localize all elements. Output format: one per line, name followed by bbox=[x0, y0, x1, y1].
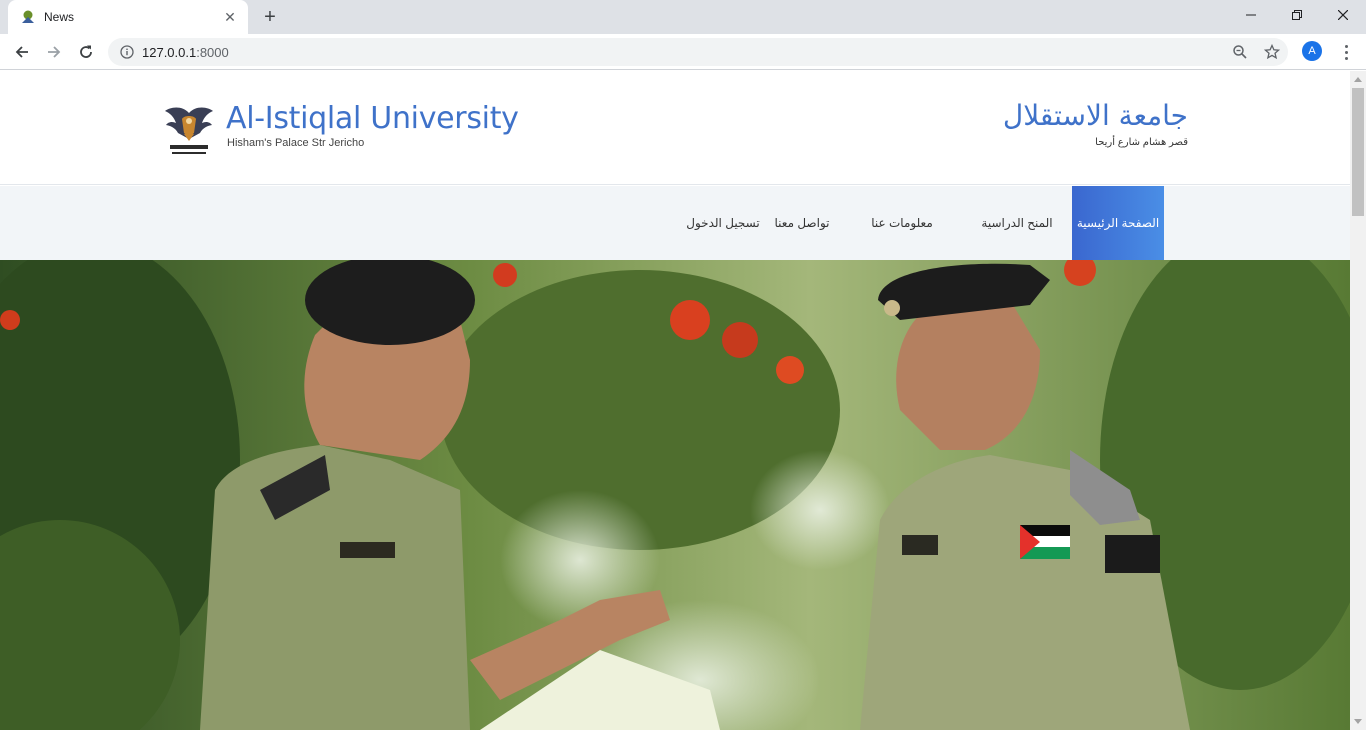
tab-close-icon[interactable]: ✕ bbox=[222, 9, 238, 25]
new-tab-icon[interactable]: + bbox=[258, 5, 282, 29]
browser-toolbar: 127.0.0.1:8000 A bbox=[0, 34, 1366, 70]
url-text: 127.0.0.1:8000 bbox=[142, 44, 229, 60]
window-controls bbox=[1228, 0, 1366, 30]
site-title-en: Al-Istiqlal University bbox=[226, 101, 519, 136]
bookmark-star-icon[interactable] bbox=[1262, 42, 1282, 62]
reload-icon[interactable] bbox=[72, 38, 100, 66]
nav-home[interactable]: الصفحة الرئيسية bbox=[1072, 186, 1164, 260]
minimize-icon[interactable] bbox=[1228, 0, 1274, 30]
browser-menu-icon[interactable] bbox=[1334, 40, 1358, 64]
profile-avatar[interactable]: A bbox=[1302, 41, 1322, 61]
hero-photo-two-cadets bbox=[0, 260, 1350, 730]
info-icon[interactable] bbox=[120, 45, 134, 59]
nav-contact-us[interactable]: تواصل معنا bbox=[768, 186, 836, 260]
site-address-ar: قصر هشام شارع أريحا bbox=[1095, 137, 1188, 148]
nav-about-us[interactable]: معلومات عنا bbox=[862, 186, 942, 260]
scroll-up-icon[interactable] bbox=[1350, 71, 1366, 87]
nav-login[interactable]: تسجيل الدخول bbox=[684, 186, 762, 260]
browser-tab[interactable]: News ✕ bbox=[8, 0, 248, 34]
university-logo-icon bbox=[165, 107, 213, 154]
browser-tab-strip: News ✕ + bbox=[0, 0, 1366, 34]
site-header: Al-Istiqlal University Hisham's Palace S… bbox=[0, 71, 1350, 185]
address-bar[interactable]: 127.0.0.1:8000 bbox=[108, 38, 1288, 66]
close-window-icon[interactable] bbox=[1320, 0, 1366, 30]
nav-scholarships[interactable]: المنح الدراسية bbox=[964, 186, 1070, 260]
site-favicon-icon bbox=[22, 10, 34, 23]
restore-icon[interactable] bbox=[1274, 0, 1320, 30]
scrollbar-thumb[interactable] bbox=[1352, 88, 1364, 216]
hero-image bbox=[0, 260, 1350, 730]
site-address-en: Hisham's Palace Str Jericho bbox=[227, 137, 365, 149]
forward-icon[interactable] bbox=[40, 38, 68, 66]
back-icon[interactable] bbox=[8, 38, 36, 66]
tab-title: News bbox=[44, 10, 75, 24]
zoom-icon[interactable] bbox=[1230, 42, 1250, 62]
main-navigation: الصفحة الرئيسية المنح الدراسية معلومات ع… bbox=[0, 186, 1350, 260]
page-viewport: Al-Istiqlal University Hisham's Palace S… bbox=[0, 71, 1350, 730]
scroll-down-icon[interactable] bbox=[1350, 714, 1366, 730]
site-title-ar: جامعة الاستقلال bbox=[1002, 99, 1188, 132]
page-scrollbar[interactable] bbox=[1350, 71, 1366, 730]
